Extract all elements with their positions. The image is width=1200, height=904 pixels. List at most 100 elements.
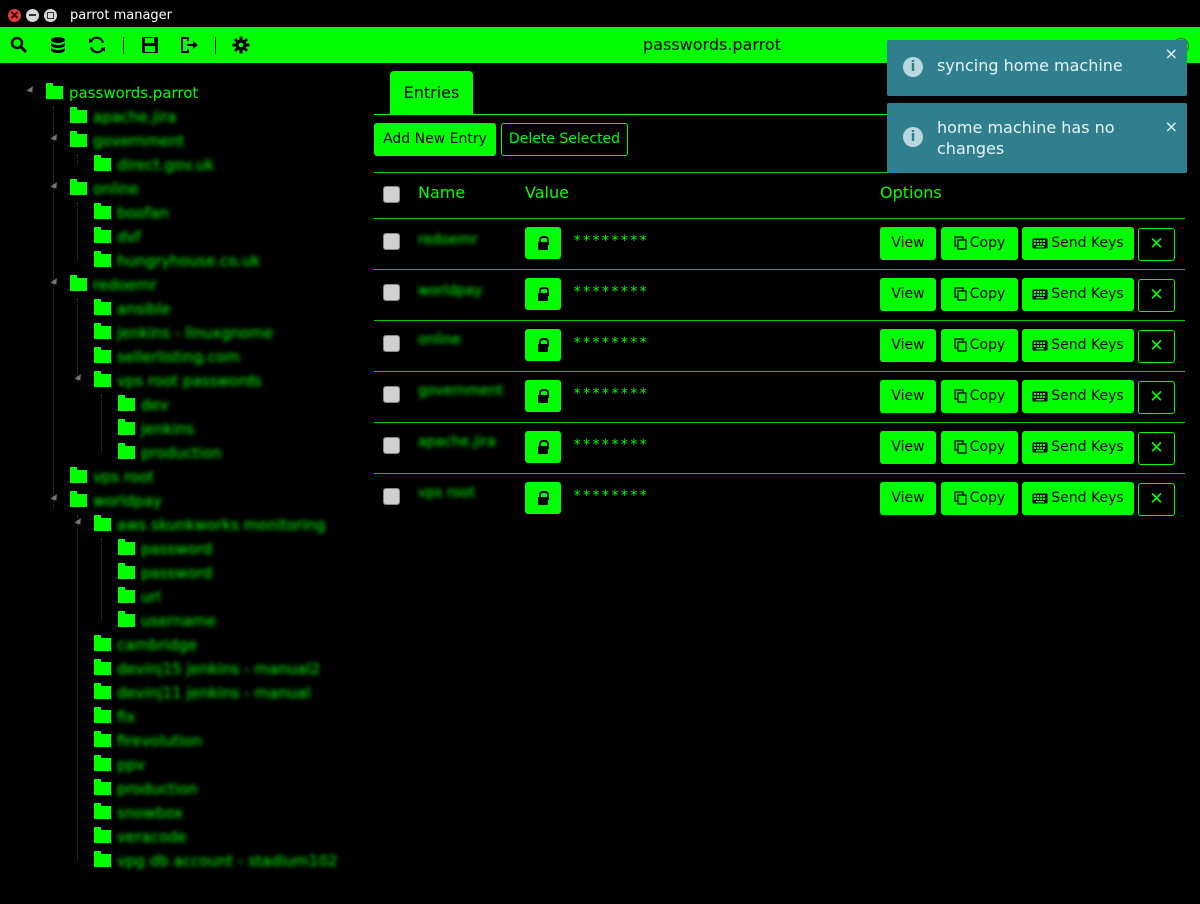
- lock-icon: [538, 497, 548, 505]
- row-checkbox[interactable]: [383, 284, 400, 301]
- column-header-name: Name: [418, 183, 466, 202]
- expand-arrow-icon[interactable]: [50, 182, 60, 191]
- notification-toast: i home machine has no changes ×: [887, 103, 1187, 173]
- window-title: parrot manager: [70, 8, 173, 23]
- remove-entry-button[interactable]: ✕: [1138, 432, 1175, 465]
- entry-name: government: [418, 383, 504, 399]
- view-button[interactable]: View: [880, 380, 936, 413]
- copy-button[interactable]: Copy: [941, 227, 1018, 260]
- send-keys-button[interactable]: Send Keys: [1022, 227, 1134, 260]
- tree-connector: [101, 395, 102, 453]
- folder-icon: [118, 611, 135, 627]
- info-icon: i: [903, 127, 923, 147]
- expand-arrow-icon[interactable]: [50, 134, 60, 143]
- send-keys-button[interactable]: Send Keys: [1022, 431, 1134, 464]
- remove-entry-button[interactable]: ✕: [1138, 381, 1175, 414]
- lock-toggle-button[interactable]: [525, 380, 561, 412]
- remove-entry-button[interactable]: ✕: [1138, 279, 1175, 312]
- view-button[interactable]: View: [880, 227, 936, 260]
- table-divider: [374, 269, 1185, 270]
- folder-icon: [94, 659, 111, 675]
- row-checkbox[interactable]: [383, 488, 400, 505]
- folder-icon: [70, 275, 87, 291]
- remove-entry-button[interactable]: ✕: [1138, 228, 1175, 261]
- row-checkbox[interactable]: [383, 386, 400, 403]
- folder-icon: [94, 203, 111, 219]
- keyboard-icon: [1032, 340, 1048, 350]
- copy-icon: [954, 491, 967, 505]
- table-divider: [374, 371, 1185, 372]
- expand-arrow-icon[interactable]: [26, 86, 36, 95]
- row-checkbox[interactable]: [383, 335, 400, 352]
- keyboard-icon: [1032, 238, 1048, 248]
- table-divider: [374, 320, 1185, 321]
- close-window-button[interactable]: [8, 9, 21, 22]
- lock-toggle-button[interactable]: [525, 278, 561, 310]
- remove-entry-button[interactable]: ✕: [1138, 330, 1175, 363]
- lock-icon: [538, 344, 548, 352]
- maximize-window-button[interactable]: [44, 9, 57, 22]
- copy-button[interactable]: Copy: [941, 329, 1018, 362]
- expand-arrow-icon[interactable]: [74, 374, 84, 383]
- send-keys-button[interactable]: Send Keys: [1022, 329, 1134, 362]
- minimize-window-button[interactable]: [26, 9, 39, 22]
- expand-arrow-icon[interactable]: [50, 494, 60, 503]
- folder-icon: [94, 347, 111, 363]
- close-notification-button[interactable]: ×: [1165, 117, 1178, 136]
- send-keys-button[interactable]: Send Keys: [1022, 482, 1134, 515]
- close-notification-button[interactable]: ×: [1165, 44, 1178, 63]
- info-icon: i: [903, 57, 923, 77]
- select-all-checkbox[interactable]: [383, 186, 400, 203]
- folder-icon: [94, 851, 111, 867]
- send-keys-button[interactable]: Send Keys: [1022, 278, 1134, 311]
- keyboard-icon: [1032, 442, 1048, 452]
- lock-toggle-button[interactable]: [525, 482, 561, 514]
- copy-icon: [954, 338, 967, 352]
- folder-icon: [118, 419, 135, 435]
- folder-icon: [70, 131, 87, 147]
- copy-button[interactable]: Copy: [941, 482, 1018, 515]
- tree-connector: [77, 515, 78, 861]
- copy-button[interactable]: Copy: [941, 380, 1018, 413]
- copy-button[interactable]: Copy: [941, 278, 1018, 311]
- row-checkbox[interactable]: [383, 437, 400, 454]
- lock-toggle-button[interactable]: [525, 431, 561, 463]
- folder-icon: [94, 251, 111, 267]
- folder-icon: [46, 83, 63, 99]
- remove-entry-button[interactable]: ✕: [1138, 483, 1175, 516]
- folder-icon: [94, 515, 111, 531]
- entry-value: ********: [573, 386, 649, 402]
- folder-icon: [94, 299, 111, 315]
- folder-icon: [118, 443, 135, 459]
- delete-selected-button[interactable]: Delete Selected: [501, 123, 628, 156]
- expand-arrow-icon[interactable]: [74, 518, 84, 527]
- copy-button[interactable]: Copy: [941, 431, 1018, 464]
- entry-name: worldpay: [418, 283, 483, 299]
- add-entry-button[interactable]: Add New Entry: [374, 123, 496, 156]
- folder-icon: [94, 683, 111, 699]
- view-button[interactable]: View: [880, 278, 936, 311]
- folder-icon: [94, 371, 111, 387]
- entry-name: redoemr: [418, 232, 478, 248]
- tree-connector: [101, 539, 102, 621]
- lock-icon: [538, 395, 548, 403]
- folder-icon: [94, 323, 111, 339]
- entry-name: vps root: [418, 485, 475, 501]
- folder-icon: [118, 395, 135, 411]
- tab-entries[interactable]: Entries: [390, 71, 473, 114]
- row-checkbox[interactable]: [383, 233, 400, 250]
- folder-icon: [94, 731, 111, 747]
- copy-icon: [954, 440, 967, 454]
- folder-icon: [94, 707, 111, 723]
- lock-toggle-button[interactable]: [525, 329, 561, 361]
- expand-arrow-icon[interactable]: [50, 278, 60, 287]
- send-keys-button[interactable]: Send Keys: [1022, 380, 1134, 413]
- entry-name: online: [418, 332, 461, 348]
- view-button[interactable]: View: [880, 329, 936, 362]
- view-button[interactable]: View: [880, 431, 936, 464]
- lock-toggle-button[interactable]: [525, 227, 561, 259]
- folder-icon: [70, 107, 87, 123]
- view-button[interactable]: View: [880, 482, 936, 515]
- copy-icon: [954, 287, 967, 301]
- entry-value: ********: [573, 284, 649, 300]
